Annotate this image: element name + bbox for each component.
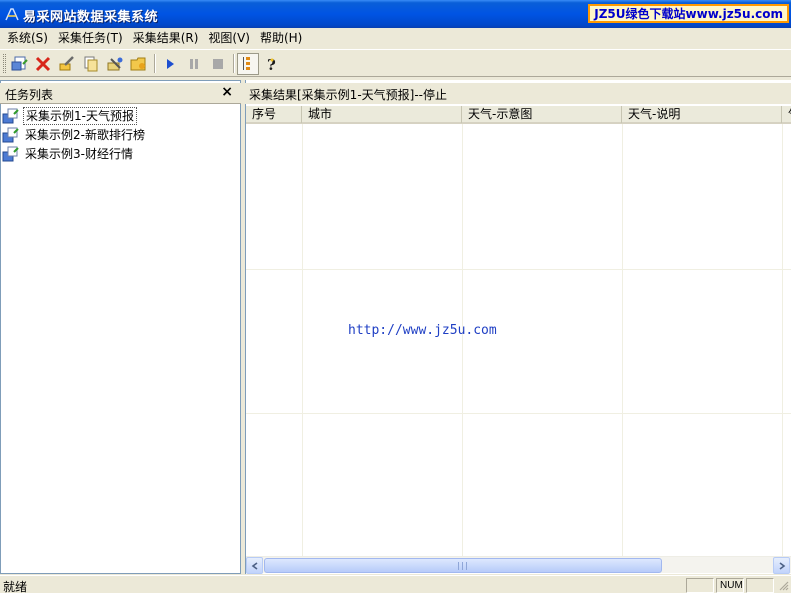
help-icon: ?	[267, 56, 276, 73]
title-bar: 易采网站数据采集系统 JZ5U绿色下载站www.jz5u.com	[0, 0, 791, 28]
list-icon	[243, 57, 250, 70]
grid-line	[462, 124, 463, 556]
task-label: 采集示例1-天气预报	[23, 106, 137, 125]
status-text: 就绪	[3, 580, 28, 593]
delete-button[interactable]	[32, 53, 54, 75]
column-header-temperature[interactable]: 气	[782, 106, 791, 123]
edit-icon	[59, 56, 74, 71]
grid-line	[302, 124, 303, 556]
app-icon	[5, 8, 19, 21]
copy-icon	[84, 56, 98, 72]
horizontal-scrollbar[interactable]	[246, 556, 791, 574]
task-icon	[2, 146, 19, 161]
play-icon	[167, 59, 174, 69]
close-icon[interactable]: ×	[221, 84, 233, 100]
task-item[interactable]: 采集示例3-财经行情	[2, 144, 238, 163]
task-label: 采集示例3-财经行情	[25, 146, 133, 161]
results-table-header: 序号 城市 天气-示意图 天气-说明 气	[246, 106, 791, 124]
task-label: 采集示例2-新歌排行榜	[25, 127, 145, 142]
task-panel-header: 任务列表 ×	[0, 83, 241, 104]
help-button[interactable]: ?	[261, 53, 283, 75]
grid-line	[782, 124, 783, 556]
chevron-right-icon	[779, 561, 785, 570]
column-header-weather-desc[interactable]: 天气-说明	[622, 106, 782, 123]
edit-button[interactable]	[56, 53, 78, 75]
start-button[interactable]	[159, 53, 181, 75]
task-icon	[2, 127, 19, 142]
new-task-icon	[11, 56, 28, 71]
toolbar-separator	[154, 54, 156, 73]
chevron-left-icon	[251, 561, 257, 570]
menu-bar: 系统(S) 采集任务(T) 采集结果(R) 视图(V) 帮助(H)	[0, 28, 791, 48]
status-cell-scrl	[746, 578, 774, 593]
resize-grip-icon[interactable]	[777, 579, 789, 591]
status-cell-caps	[686, 578, 714, 593]
watermark-url: www.jz5u.com	[685, 7, 783, 21]
open-folder-button[interactable]	[128, 53, 150, 75]
window-title: 易采网站数据采集系统	[23, 10, 159, 25]
results-panel	[245, 80, 791, 574]
task-icon	[2, 108, 19, 123]
watermark-url-text: http://www.jz5u.com	[348, 323, 497, 338]
tools-icon	[107, 57, 123, 71]
column-header-city[interactable]: 城市	[302, 106, 462, 123]
task-tree: 采集示例1-天气预报 采集示例2-新歌排行榜 采集示例3-财经行情	[2, 106, 238, 163]
results-panel-title: 采集结果[采集示例1-天气预报]--停止	[249, 88, 447, 102]
grid-line	[246, 269, 791, 270]
task-list-toggle[interactable]	[237, 53, 259, 75]
toolbar-grip[interactable]	[3, 54, 6, 73]
scroll-grip	[458, 562, 467, 570]
menu-help[interactable]: 帮助(H)	[255, 29, 307, 47]
toolbar: ?	[0, 49, 791, 77]
stop-button[interactable]	[207, 53, 229, 75]
watermark-prefix: JZ5U绿色下载站	[594, 7, 686, 21]
copy-button[interactable]	[80, 53, 102, 75]
menu-view[interactable]: 视图(V)	[203, 29, 255, 47]
task-panel-title: 任务列表	[5, 88, 54, 102]
grid-line	[622, 124, 623, 556]
column-header-index[interactable]: 序号	[246, 106, 302, 123]
column-header-weather-image[interactable]: 天气-示意图	[462, 106, 622, 123]
tools-button[interactable]	[104, 53, 126, 75]
menu-system[interactable]: 系统(S)	[2, 29, 53, 47]
menu-task[interactable]: 采集任务(T)	[53, 29, 128, 47]
task-item[interactable]: 采集示例2-新歌排行榜	[2, 125, 238, 144]
delete-icon	[35, 56, 51, 72]
pause-button[interactable]	[183, 53, 205, 75]
pause-icon	[190, 59, 198, 69]
open-folder-icon	[130, 57, 146, 71]
task-item[interactable]: 采集示例1-天气预报	[2, 106, 238, 125]
results-panel-header: 采集结果[采集示例1-天气预报]--停止	[245, 83, 791, 104]
scroll-thumb[interactable]	[264, 558, 662, 573]
status-bar: 就绪 NUM	[0, 575, 791, 593]
stop-icon	[213, 59, 223, 69]
scroll-left-button[interactable]	[246, 557, 263, 574]
status-cell-num: NUM	[716, 578, 744, 593]
menu-results[interactable]: 采集结果(R)	[128, 29, 204, 47]
grid-line	[246, 413, 791, 414]
new-task-button[interactable]	[9, 53, 31, 75]
svg-text:?: ?	[267, 56, 276, 73]
toolbar-separator	[233, 54, 235, 73]
watermark-badge: JZ5U绿色下载站www.jz5u.com	[588, 4, 789, 23]
scroll-right-button[interactable]	[773, 557, 790, 574]
